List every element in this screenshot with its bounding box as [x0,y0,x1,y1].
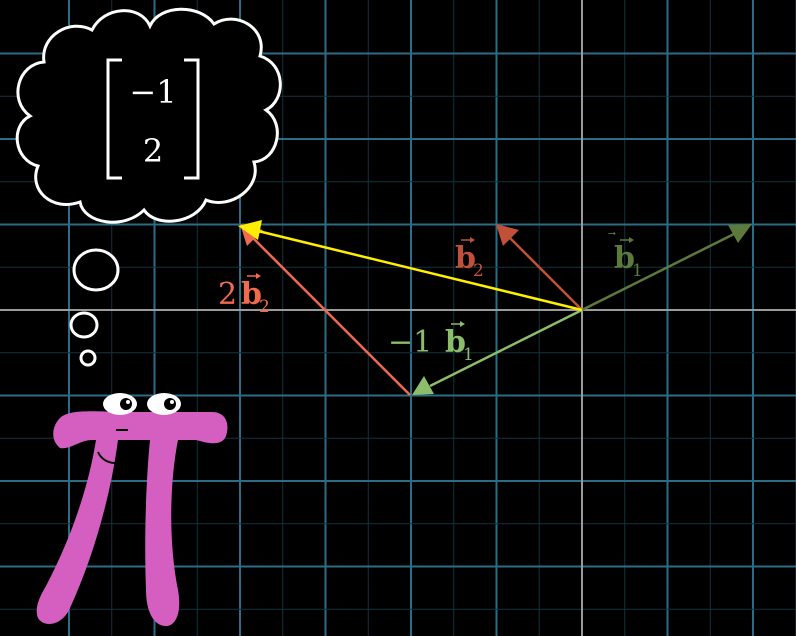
pi-right-pupil [164,398,176,410]
svg-text:1: 1 [632,261,643,281]
svg-text:2: 2 [259,297,270,317]
label-2b2: 2 b 2 [218,273,270,317]
matrix-entry-top: −1 [129,73,176,111]
svg-text:1: 1 [463,345,474,365]
pi-creature [36,393,228,626]
pi-left-pupil [120,398,132,410]
thought-dot-large [72,248,120,292]
pi-body [36,411,228,626]
scene-svg: b 1 ⃗ b 2 −1 b 1 2 b 2 −1 2 [0,0,796,636]
matrix-entry-bottom: 2 [143,132,163,170]
thought-cloud [15,7,282,224]
svg-text:−1: −1 [388,325,432,360]
label-b1: b 1 ⃗ [608,231,643,281]
vector-scene: b 1 ⃗ b 2 −1 b 1 2 b 2 −1 2 [0,0,796,636]
label-neg-b1: −1 b 1 [388,321,474,365]
thought-dot-medium [69,311,99,339]
svg-text:2: 2 [473,261,484,281]
thought-dot-small [79,349,97,367]
svg-text:2: 2 [218,277,237,312]
vector-arrow-accent: ⃗ [608,231,616,236]
label-b2: b 2 [455,237,484,281]
